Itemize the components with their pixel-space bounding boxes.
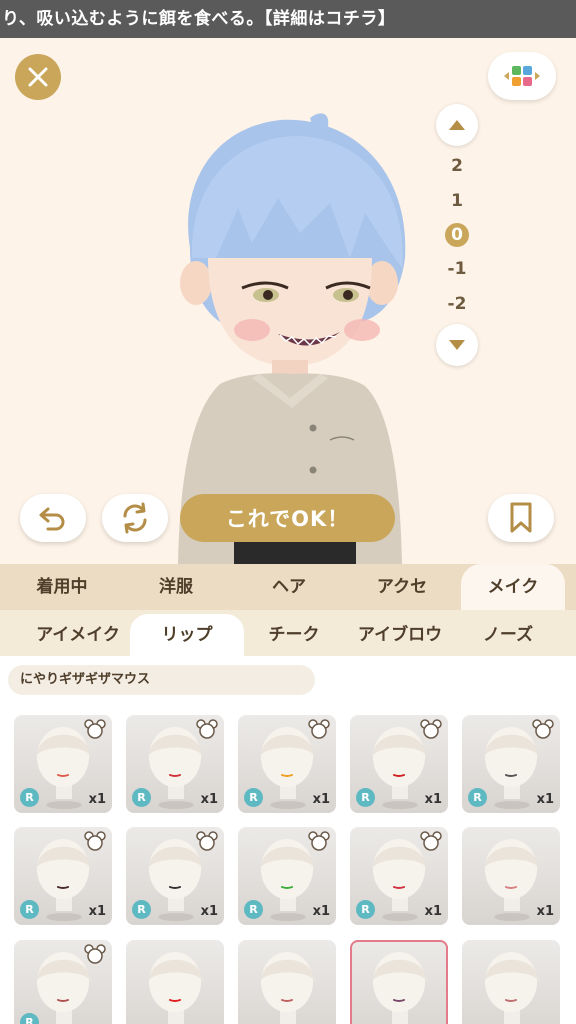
tab-accessories[interactable]: アクセ <box>344 564 460 610</box>
lip-item-card[interactable]: x1 <box>462 827 560 925</box>
rarity-badge: R <box>244 900 263 919</box>
bear-icon <box>84 831 106 851</box>
bear-icon <box>84 719 106 739</box>
rarity-badge: R <box>468 788 487 807</box>
lip-item-card[interactable]: Rx1 <box>14 715 112 813</box>
close-button[interactable] <box>15 54 61 100</box>
rarity-badge: R <box>356 788 375 807</box>
close-icon <box>28 67 48 87</box>
lip-item-card[interactable] <box>462 940 560 1024</box>
tab-hair[interactable]: ヘア <box>234 564 344 610</box>
subtab-eye-makeup[interactable]: アイメイク <box>22 614 134 656</box>
tab-makeup[interactable]: メイク <box>461 564 565 610</box>
lip-item-card[interactable] <box>350 940 448 1024</box>
chevron-down-icon <box>449 340 465 350</box>
mannequin-head <box>149 952 202 1024</box>
selected-item-name: にやりギザギザマウス <box>8 665 315 695</box>
lip-item-card[interactable] <box>126 940 224 1024</box>
zoom-down-button[interactable] <box>436 324 478 366</box>
lip-item-card[interactable] <box>238 940 336 1024</box>
lip-item-card[interactable]: Rx1 <box>350 827 448 925</box>
subtab-lip[interactable]: リップ <box>130 614 244 656</box>
item-quantity: x1 <box>424 792 442 807</box>
bear-icon <box>84 944 106 964</box>
item-quantity: x1 <box>424 904 442 919</box>
rarity-badge: R <box>20 900 39 919</box>
lip-item-card[interactable]: Rx1 <box>462 715 560 813</box>
lip-item-card[interactable]: Rx1 <box>14 827 112 925</box>
rarity-badge: R <box>132 900 151 919</box>
subtab-nose[interactable]: ノーズ <box>458 614 558 656</box>
undo-icon <box>39 507 65 531</box>
zoom-level-2[interactable]: 2 <box>436 154 478 178</box>
lip-item-card[interactable]: Rx1 <box>126 715 224 813</box>
news-ticker[interactable]: り、吸い込むように餌を食べる。【詳細はコチラ】 <box>0 0 576 38</box>
zoom-level-0[interactable]: 0 <box>445 223 469 247</box>
zoom-level-1[interactable]: 1 <box>436 189 478 213</box>
bear-icon <box>532 719 554 739</box>
color-palette-icon <box>504 66 540 86</box>
rotate-icon <box>123 502 147 534</box>
zoom-up-button[interactable] <box>436 104 478 146</box>
color-palette-button[interactable] <box>488 52 556 100</box>
item-quantity: x1 <box>536 792 554 807</box>
rarity-badge: R <box>244 788 263 807</box>
rotate-button[interactable] <box>102 494 168 542</box>
lip-item-card[interactable]: R <box>14 940 112 1024</box>
item-quantity: x1 <box>536 904 554 919</box>
lip-item-card[interactable]: Rx1 <box>238 827 336 925</box>
item-quantity: x1 <box>88 904 106 919</box>
mannequin-head <box>373 952 426 1024</box>
item-quantity: x1 <box>200 792 218 807</box>
item-quantity: x1 <box>312 904 330 919</box>
mannequin-head <box>261 952 314 1024</box>
bear-icon <box>196 831 218 851</box>
rarity-badge: R <box>20 788 39 807</box>
lip-item-card[interactable]: Rx1 <box>350 715 448 813</box>
makeup-subtabs: アイメイク リップ チーク アイブロウ ノーズ <box>0 610 576 656</box>
lip-item-card[interactable]: Rx1 <box>238 715 336 813</box>
lip-item-card[interactable]: Rx1 <box>126 827 224 925</box>
tab-wearing[interactable]: 着用中 <box>6 564 118 610</box>
bookmark-button[interactable] <box>488 494 554 542</box>
subtab-eyebrow[interactable]: アイブロウ <box>344 614 456 656</box>
item-quantity: x1 <box>312 792 330 807</box>
bear-icon <box>308 831 330 851</box>
zoom-level-minus-1[interactable]: -1 <box>436 257 478 281</box>
bear-icon <box>196 719 218 739</box>
category-tabs: 着用中 洋服 ヘア アクセ メイク <box>0 564 576 610</box>
tab-clothes[interactable]: 洋服 <box>118 564 234 610</box>
rarity-badge: R <box>132 788 151 807</box>
item-panel: にやりギザギザマウス Rx1 Rx1 Rx1 Rx1 Rx1 Rx1 Rx1 Rx1 Rx1 x1… <box>0 656 576 1024</box>
bear-icon <box>420 831 442 851</box>
rarity-badge: R <box>356 900 375 919</box>
avatar-stage: 2 1 0 -1 -2 これでOK！ <box>0 38 576 564</box>
zoom-control: 2 1 0 -1 -2 <box>436 104 478 366</box>
mannequin-head <box>485 952 538 1024</box>
bookmark-icon <box>510 502 532 533</box>
confirm-ok-button[interactable]: これでOK！ <box>180 494 395 542</box>
zoom-level-minus-2[interactable]: -2 <box>436 292 478 316</box>
bear-icon <box>420 719 442 739</box>
chevron-up-icon <box>449 120 465 130</box>
bear-icon <box>308 719 330 739</box>
subtab-cheek[interactable]: チーク <box>246 614 342 656</box>
item-quantity: x1 <box>88 792 106 807</box>
undo-button[interactable] <box>20 494 86 542</box>
item-quantity: x1 <box>200 904 218 919</box>
